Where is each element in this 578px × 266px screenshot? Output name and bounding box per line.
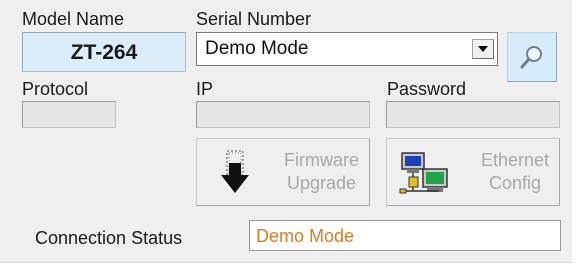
- protocol-label: Protocol: [22, 79, 89, 99]
- ethernet-config-line1: Ethernet: [480, 150, 549, 170]
- firmware-upgrade-line2: Upgrade: [286, 173, 357, 193]
- connection-status-value: Demo Mode: [256, 226, 355, 246]
- connection-status-label: Connection Status: [35, 228, 183, 248]
- chevron-down-icon[interactable]: [472, 39, 494, 59]
- network-computers-icon: [399, 152, 448, 194]
- firmware-upgrade-button[interactable]: Firmware Upgrade: [196, 138, 370, 206]
- serial-number-label: Serial Number: [196, 9, 312, 29]
- firmware-upgrade-line1: Firmware: [284, 150, 359, 170]
- password-field[interactable]: [386, 101, 560, 128]
- device-panel: Model Name Serial Number ZT-264 Demo Mod…: [0, 0, 572, 263]
- magnifier-icon: [520, 46, 542, 69]
- ip-field[interactable]: [196, 101, 370, 128]
- connection-status-field: Demo Mode: [249, 220, 561, 251]
- ethernet-config-text: Ethernet Config: [481, 149, 549, 195]
- protocol-field[interactable]: [22, 101, 116, 128]
- model-name-display: ZT-264: [22, 32, 186, 72]
- password-label: Password: [387, 79, 467, 99]
- ethernet-config-button[interactable]: Ethernet Config: [386, 138, 560, 206]
- serial-number-select[interactable]: Demo Mode: [196, 32, 498, 66]
- model-name-label: Model Name: [22, 9, 125, 29]
- serial-number-value: Demo Mode: [205, 38, 309, 59]
- download-arrow-icon: [221, 150, 249, 193]
- ethernet-config-line2: Config: [488, 173, 541, 193]
- ip-label: IP: [196, 79, 214, 99]
- firmware-upgrade-text: Firmware Upgrade: [284, 149, 359, 195]
- search-button[interactable]: [507, 32, 557, 82]
